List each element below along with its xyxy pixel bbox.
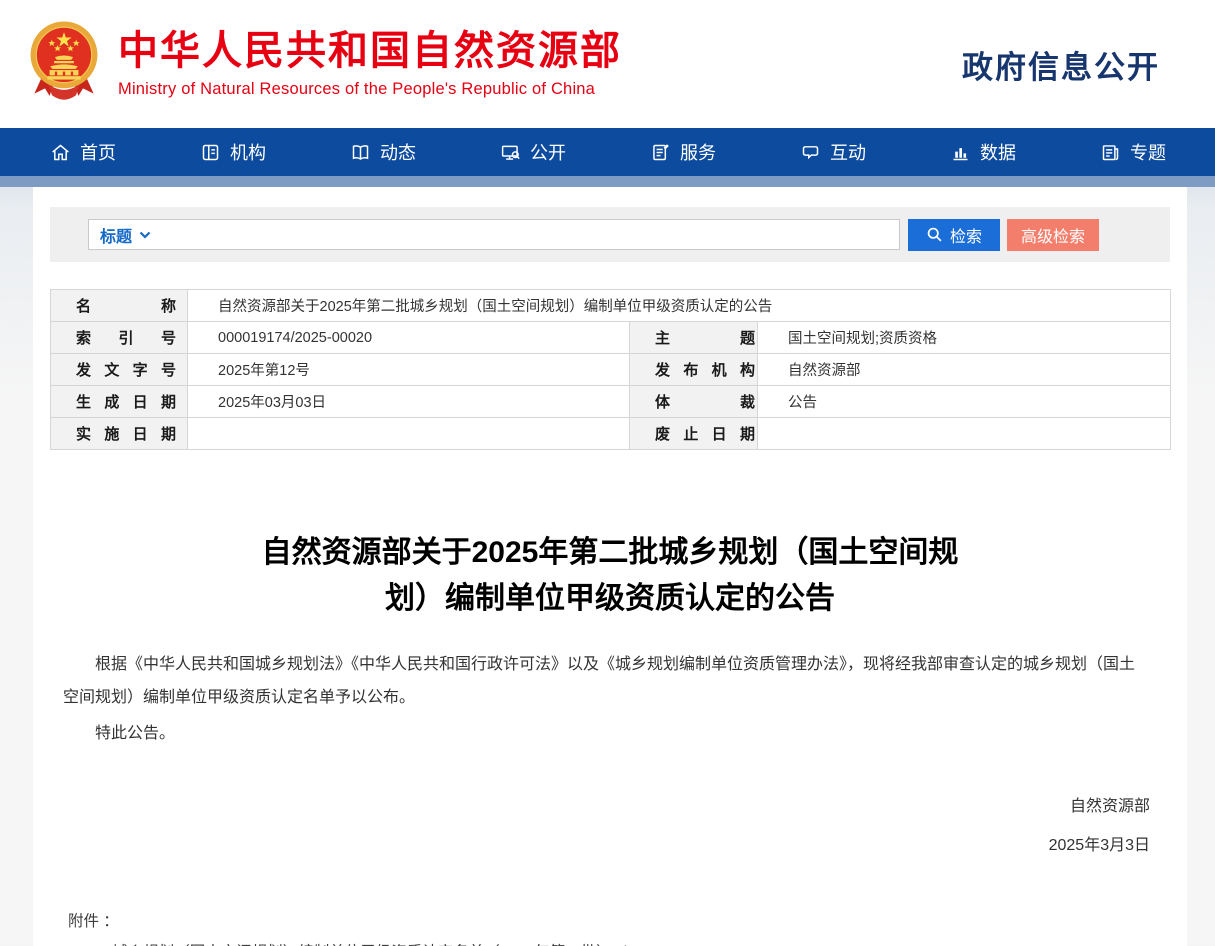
site-subtitle: Ministry of Natural Resources of the Peo… [118, 80, 622, 99]
content-panel: 标题 检索 高级检索 名称 自然资源部关于2025年第二批城乡规划（国土空间规划… [33, 187, 1187, 946]
section-title: 政府信息公开 [962, 42, 1160, 87]
nav-item-label: 机构 [230, 139, 266, 165]
nav-item-services[interactable]: 服务 [650, 139, 800, 165]
nav-item-home[interactable]: 首页 [50, 139, 200, 165]
nav-strip-divider [0, 176, 1215, 187]
disclosure-icon [500, 142, 521, 163]
meta-value-genre: 公告 [758, 386, 1171, 418]
news-icon [350, 142, 371, 163]
nav-item-news[interactable]: 动态 [350, 139, 500, 165]
meta-value-name: 自然资源部关于2025年第二批城乡规划（国土空间规划）编制单位甲级资质认定的公告 [188, 290, 1171, 322]
document-paragraph: 特此公告。 [63, 717, 1150, 750]
meta-label-name: 名称 [51, 290, 188, 322]
document-signature: 自然资源部 2025年3月3日 [33, 792, 1150, 855]
meta-value-doc-number: 2025年第12号 [188, 354, 630, 386]
meta-value-issuing-agency: 自然资源部 [758, 354, 1171, 386]
search-button[interactable]: 检索 [908, 219, 1000, 251]
nav-item-data[interactable]: 数据 [950, 139, 1100, 165]
nav-item-label: 专题 [1130, 139, 1166, 165]
search-bar: 标题 检索 高级检索 [50, 207, 1170, 262]
meta-label-doc-number: 发文字号 [51, 354, 188, 386]
nav-item-interaction[interactable]: 互动 [800, 139, 950, 165]
chevron-down-icon [139, 231, 151, 239]
nav-item-label: 首页 [80, 139, 116, 165]
advanced-search-button[interactable]: 高级检索 [1007, 219, 1099, 251]
meta-value-subject: 国土空间规划;资质资格 [758, 322, 1171, 354]
nav-item-organization[interactable]: 机构 [200, 139, 350, 165]
nav-item-disclosure[interactable]: 公开 [500, 139, 650, 165]
attachment-link-1[interactable]: 1. 城乡规划（国土空间规划）编制单位甲级资质认定名单（2025年第二批）.xl… [95, 937, 1157, 946]
home-icon [50, 142, 71, 163]
document-paragraph: 根据《中华人民共和国城乡规划法》《中华人民共和国行政许可法》以及《城乡规划编制单… [63, 648, 1150, 714]
nav-item-label: 数据 [980, 139, 1016, 165]
search-button-label: 检索 [950, 223, 982, 247]
site-header: 中华人民共和国自然资源部 Ministry of Natural Resourc… [0, 0, 1215, 128]
china-national-emblem-icon[interactable] [26, 14, 102, 114]
meta-label-subject: 主题 [630, 322, 758, 354]
meta-value-index-number: 000019174/2025-00020 [188, 322, 630, 354]
search-field-selector[interactable]: 标题 [100, 223, 151, 247]
signature-organization: 自然资源部 [33, 792, 1150, 816]
data-icon [950, 142, 971, 163]
main-nav: 首页 机构 动态 公开 服务 互动 [0, 128, 1215, 176]
attachments-label: 附件 ： [68, 907, 1157, 937]
interaction-icon [800, 142, 821, 163]
table-row: 生成日期 2025年03月03日 体裁 公告 [51, 386, 1171, 418]
nav-item-label: 动态 [380, 139, 416, 165]
organization-icon [200, 142, 221, 163]
meta-label-index-number: 索引号 [51, 322, 188, 354]
meta-value-repeal-date [758, 418, 1171, 450]
nav-item-topics[interactable]: 专题 [1100, 139, 1215, 165]
meta-label-issuing-agency: 发布机构 [630, 354, 758, 386]
meta-value-effective-date [188, 418, 630, 450]
metadata-table: 名称 自然资源部关于2025年第二批城乡规划（国土空间规划）编制单位甲级资质认定… [50, 289, 1171, 450]
services-icon [650, 142, 671, 163]
table-row: 名称 自然资源部关于2025年第二批城乡规划（国土空间规划）编制单位甲级资质认定… [51, 290, 1171, 322]
search-field-selector-label: 标题 [100, 223, 132, 247]
meta-label-effective-date: 实施日期 [51, 418, 188, 450]
table-row: 索引号 000019174/2025-00020 主题 国土空间规划;资质资格 [51, 322, 1171, 354]
advanced-search-button-label: 高级检索 [1021, 223, 1085, 247]
table-row: 发文字号 2025年第12号 发布机构 自然资源部 [51, 354, 1171, 386]
nav-item-label: 公开 [530, 139, 566, 165]
site-title: 中华人民共和国自然资源部 [118, 29, 622, 73]
site-title-block: 中华人民共和国自然资源部 Ministry of Natural Resourc… [118, 29, 622, 99]
search-box: 标题 [88, 219, 900, 250]
table-row: 实施日期 废止日期 [51, 418, 1171, 450]
meta-label-generated-date: 生成日期 [51, 386, 188, 418]
topics-icon [1100, 142, 1121, 163]
document-body: 根据《中华人民共和国城乡规划法》《中华人民共和国行政许可法》以及《城乡规划编制单… [63, 648, 1150, 750]
meta-value-generated-date: 2025年03月03日 [188, 386, 630, 418]
signature-date: 2025年3月3日 [33, 831, 1150, 855]
attachments-section: 附件 ： 1. 城乡规划（国土空间规划）编制单位甲级资质认定名单（2025年第二… [68, 907, 1157, 946]
meta-label-genre: 体裁 [630, 386, 758, 418]
document-title: 自然资源部关于2025年第二批城乡规划（国土空间规划）编制单位甲级资质认定的公告 [243, 530, 978, 622]
nav-item-label: 服务 [680, 139, 716, 165]
search-icon [926, 226, 943, 243]
meta-label-repeal-date: 废止日期 [630, 418, 758, 450]
nav-item-label: 互动 [830, 139, 866, 165]
search-input[interactable] [151, 220, 899, 249]
